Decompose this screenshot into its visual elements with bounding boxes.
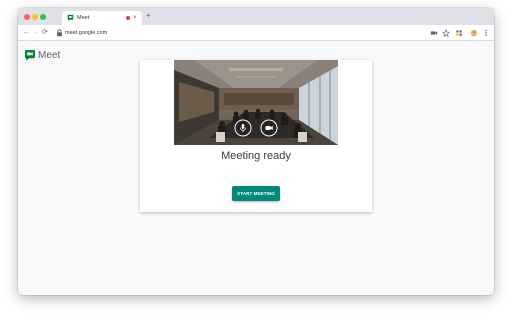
camera-icon[interactable]	[430, 29, 438, 37]
back-button[interactable]: ←	[23, 28, 30, 38]
start-meeting-button[interactable]: START MEETING	[232, 186, 280, 201]
meet-logo-icon	[25, 50, 35, 61]
browser-window: Meet × + ← → ⟳ meet.google.com Meet Meet…	[18, 8, 494, 295]
profile-avatar-icon[interactable]	[470, 29, 478, 37]
reload-button[interactable]: ⟳	[42, 28, 48, 38]
meeting-card: Meeting ready START MEETING	[140, 60, 372, 212]
tab-strip: Meet × +	[18, 8, 494, 25]
conference-room-image	[174, 60, 338, 145]
lock-icon[interactable]	[56, 29, 63, 37]
video-preview	[174, 60, 338, 145]
meet-favicon-icon	[67, 14, 74, 21]
browser-toolbar: ← → ⟳ meet.google.com	[18, 25, 494, 41]
window-minimize-button[interactable]	[32, 14, 38, 20]
brand-name: Meet	[38, 50, 61, 61]
window-maximize-button[interactable]	[40, 14, 46, 20]
page-content: Meet Meeting ready START MEETING	[18, 41, 494, 295]
window-close-button[interactable]	[24, 14, 30, 20]
more-menu-icon[interactable]	[482, 29, 490, 37]
microphone-toggle-icon[interactable]	[238, 123, 248, 133]
tab-title: Meet	[77, 15, 90, 21]
browser-tab-meet[interactable]: Meet ×	[62, 11, 142, 25]
new-tab-button[interactable]: +	[146, 11, 151, 21]
address-bar[interactable]: meet.google.com	[65, 28, 107, 38]
tab-close-button[interactable]: ×	[133, 13, 137, 23]
forward-button[interactable]: →	[32, 28, 39, 38]
meeting-status: Meeting ready	[221, 150, 291, 162]
recording-indicator-icon	[126, 16, 130, 20]
extension-icon[interactable]	[455, 29, 463, 37]
camera-toggle-icon[interactable]	[264, 123, 274, 133]
star-icon[interactable]	[442, 29, 450, 37]
